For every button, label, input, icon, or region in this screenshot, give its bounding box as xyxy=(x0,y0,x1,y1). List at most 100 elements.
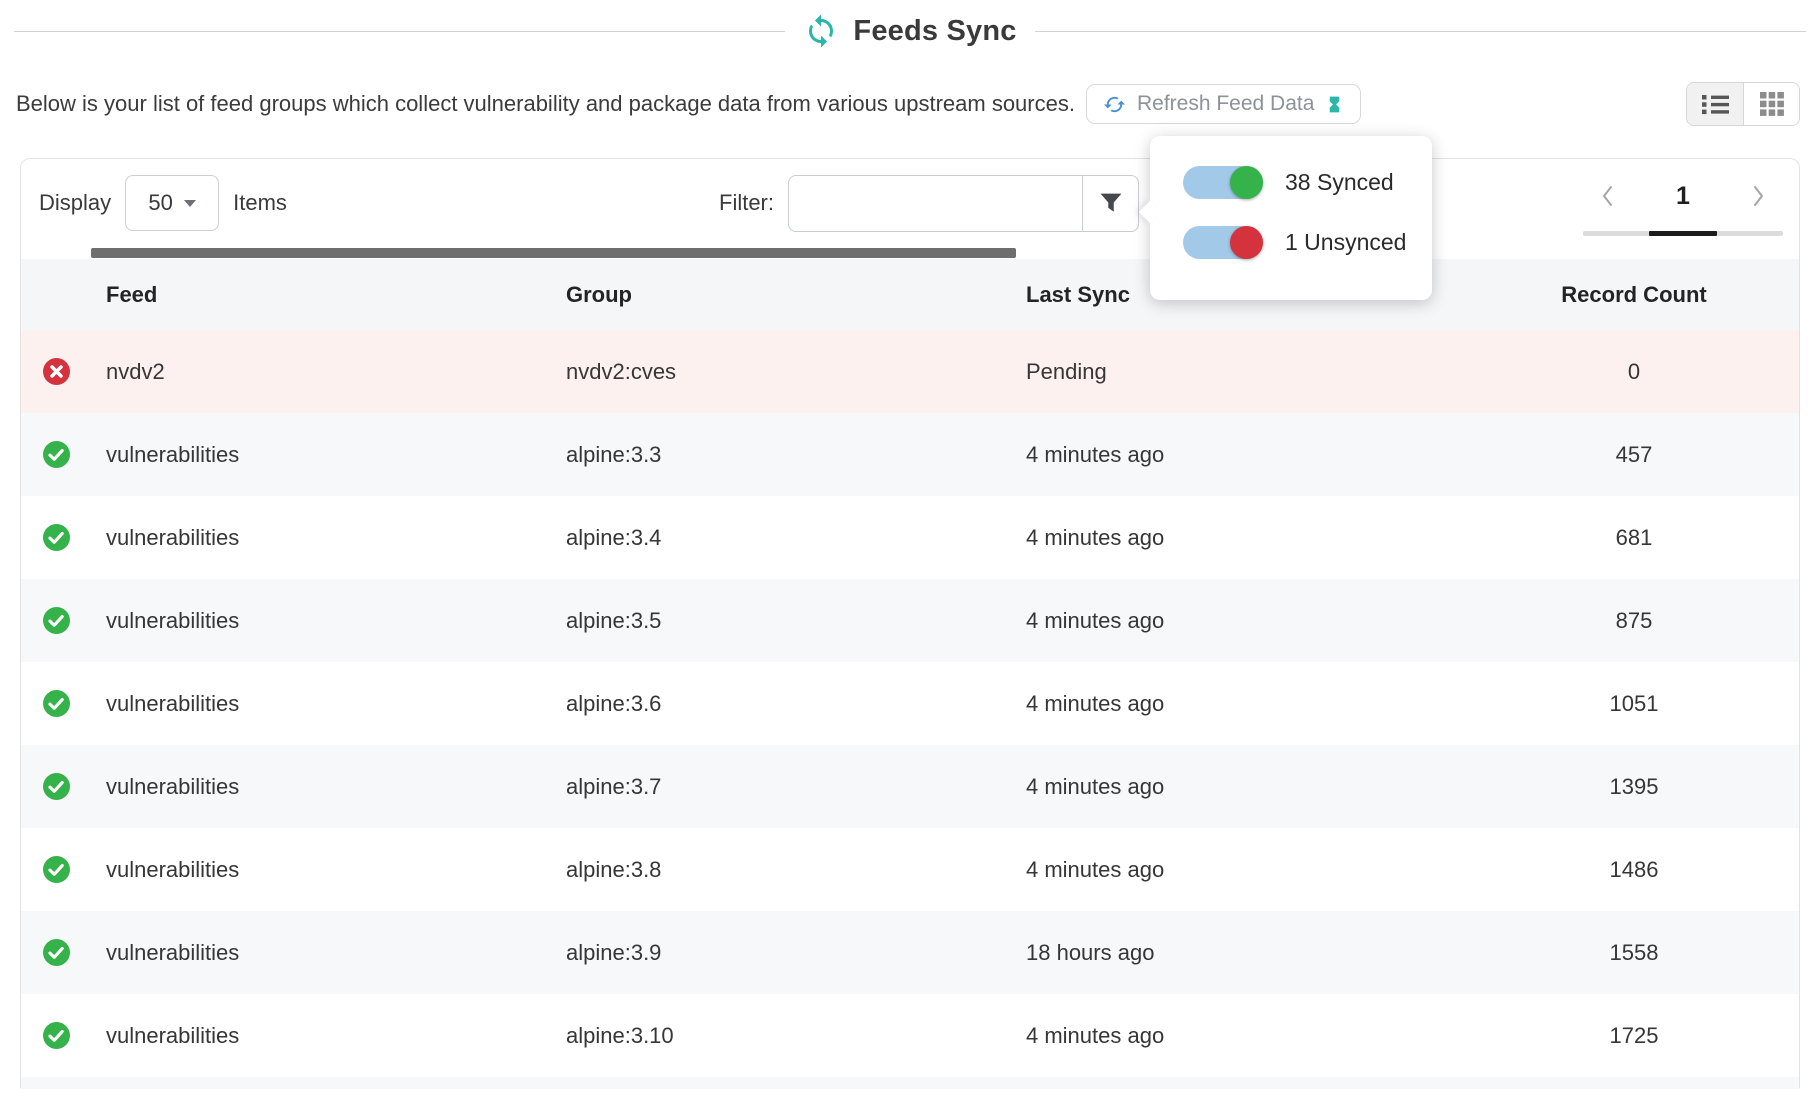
page-title: Feeds Sync xyxy=(853,15,1016,48)
view-mode-toggle xyxy=(1686,82,1800,126)
x-circle-icon xyxy=(43,358,70,385)
items-label: Items xyxy=(233,190,287,216)
divider-line xyxy=(1035,31,1806,32)
prev-page-button[interactable] xyxy=(1601,185,1613,207)
synced-toggle[interactable] xyxy=(1183,166,1263,199)
last-sync-cell: 4 minutes ago xyxy=(1011,691,1469,717)
scrollbar-thumb[interactable] xyxy=(91,248,1016,258)
record-count-cell: 1486 xyxy=(1469,857,1799,883)
refresh-button-label: Refresh Feed Data xyxy=(1137,92,1314,116)
feed-cell: vulnerabilities xyxy=(91,774,551,800)
feed-cell: vulnerabilities xyxy=(91,691,551,717)
group-cell: alpine:3.10 xyxy=(551,1023,1011,1049)
feed-cell: vulnerabilities xyxy=(91,857,551,883)
divider-line xyxy=(14,31,785,32)
horizontal-scrollbar xyxy=(21,247,1799,259)
table-row[interactable]: vulnerabilitiesalpine:3.918 hours ago155… xyxy=(21,911,1799,994)
table-row[interactable]: vulnerabilitiesalpine:3.104 minutes ago1… xyxy=(21,994,1799,1077)
last-sync-cell: 4 minutes ago xyxy=(1011,1023,1469,1049)
record-count-cell: 875 xyxy=(1469,608,1799,634)
filter-popover: 38 Synced 1 Unsynced xyxy=(1150,136,1432,300)
check-circle-icon xyxy=(43,441,70,468)
table-row[interactable]: vulnerabilitiesalpine:3.64 minutes ago10… xyxy=(21,662,1799,745)
success-status-icon xyxy=(21,441,91,468)
record-count-cell: 1725 xyxy=(1469,1023,1799,1049)
check-circle-icon xyxy=(43,607,70,634)
record-count-cell: 1051 xyxy=(1469,691,1799,717)
success-status-icon xyxy=(21,939,91,966)
unsynced-toggle[interactable] xyxy=(1183,226,1263,259)
success-status-icon xyxy=(21,607,91,634)
column-header-group: Group xyxy=(551,282,1011,308)
group-cell: alpine:3.5 xyxy=(551,608,1011,634)
success-status-icon xyxy=(21,1022,91,1049)
toggle-knob xyxy=(1230,226,1263,259)
chevron-right-icon xyxy=(1753,185,1765,207)
record-count-cell: 1395 xyxy=(1469,774,1799,800)
toggle-knob xyxy=(1230,166,1263,199)
synced-toggle-label: 38 Synced xyxy=(1285,169,1394,196)
table-header: Feed Group Last Sync Record Count xyxy=(21,259,1799,330)
last-sync-cell: 18 hours ago xyxy=(1011,940,1469,966)
check-circle-icon xyxy=(43,690,70,717)
page-size-value: 50 xyxy=(148,190,172,216)
display-label: Display xyxy=(39,190,111,216)
table-body: nvdv2nvdv2:cvesPending0vulnerabilitiesal… xyxy=(21,330,1799,1077)
feed-cell: vulnerabilities xyxy=(91,525,551,551)
record-count-cell: 457 xyxy=(1469,442,1799,468)
table-row[interactable]: vulnerabilitiesalpine:3.34 minutes ago45… xyxy=(21,413,1799,496)
group-cell: alpine:3.7 xyxy=(551,774,1011,800)
grid-view-button[interactable] xyxy=(1743,83,1799,125)
table-row[interactable]: vulnerabilitiesalpine:3.84 minutes ago14… xyxy=(21,828,1799,911)
check-circle-icon xyxy=(43,773,70,800)
pagination-track xyxy=(1583,231,1783,236)
record-count-cell: 0 xyxy=(1469,359,1799,385)
chevron-left-icon xyxy=(1601,185,1613,207)
table-row-partial xyxy=(21,1077,1799,1089)
last-sync-cell: 4 minutes ago xyxy=(1011,442,1469,468)
filter-label: Filter: xyxy=(719,190,774,216)
success-status-icon xyxy=(21,524,91,551)
success-status-icon xyxy=(21,773,91,800)
filter-input[interactable] xyxy=(788,175,1082,232)
feed-cell: vulnerabilities xyxy=(91,442,551,468)
record-count-cell: 681 xyxy=(1469,525,1799,551)
group-cell: alpine:3.8 xyxy=(551,857,1011,883)
intro-text: Below is your list of feed groups which … xyxy=(16,91,1075,117)
feed-cell: vulnerabilities xyxy=(91,940,551,966)
feeds-panel: Display 50 Items Filter: 1 xyxy=(20,158,1800,1088)
filter-button[interactable] xyxy=(1082,175,1139,232)
table-row[interactable]: vulnerabilitiesalpine:3.54 minutes ago87… xyxy=(21,579,1799,662)
success-status-icon xyxy=(21,690,91,717)
list-icon xyxy=(1702,94,1729,115)
unsynced-toggle-label: 1 Unsynced xyxy=(1285,229,1406,256)
current-page-number[interactable]: 1 xyxy=(1676,182,1690,211)
pagination: 1 xyxy=(1583,175,1783,236)
grid-icon xyxy=(1760,92,1784,116)
table-row[interactable]: nvdv2nvdv2:cvesPending0 xyxy=(21,330,1799,413)
check-circle-icon xyxy=(43,1022,70,1049)
table-row[interactable]: vulnerabilitiesalpine:3.74 minutes ago13… xyxy=(21,745,1799,828)
feed-cell: nvdv2 xyxy=(91,359,551,385)
feed-cell: vulnerabilities xyxy=(91,608,551,634)
page-size-select[interactable]: 50 xyxy=(125,175,219,231)
feed-cell: vulnerabilities xyxy=(91,1023,551,1049)
synced-filter-row: 38 Synced xyxy=(1183,166,1432,199)
funnel-icon xyxy=(1100,193,1122,213)
check-circle-icon xyxy=(43,856,70,883)
last-sync-cell: 4 minutes ago xyxy=(1011,857,1469,883)
success-status-icon xyxy=(21,856,91,883)
refresh-feed-data-button[interactable]: Refresh Feed Data xyxy=(1086,84,1361,124)
list-view-button[interactable] xyxy=(1687,83,1743,125)
group-cell: alpine:3.4 xyxy=(551,525,1011,551)
table-toolbar: Display 50 Items Filter: 1 xyxy=(21,159,1799,247)
chevron-down-icon xyxy=(184,200,196,207)
next-page-button[interactable] xyxy=(1753,185,1765,207)
table-row[interactable]: vulnerabilitiesalpine:3.44 minutes ago68… xyxy=(21,496,1799,579)
record-count-cell: 1558 xyxy=(1469,940,1799,966)
refresh-icon xyxy=(1103,93,1126,116)
pagination-indicator xyxy=(1649,231,1717,236)
group-cell: alpine:3.3 xyxy=(551,442,1011,468)
last-sync-cell: Pending xyxy=(1011,359,1469,385)
check-circle-icon xyxy=(43,524,70,551)
